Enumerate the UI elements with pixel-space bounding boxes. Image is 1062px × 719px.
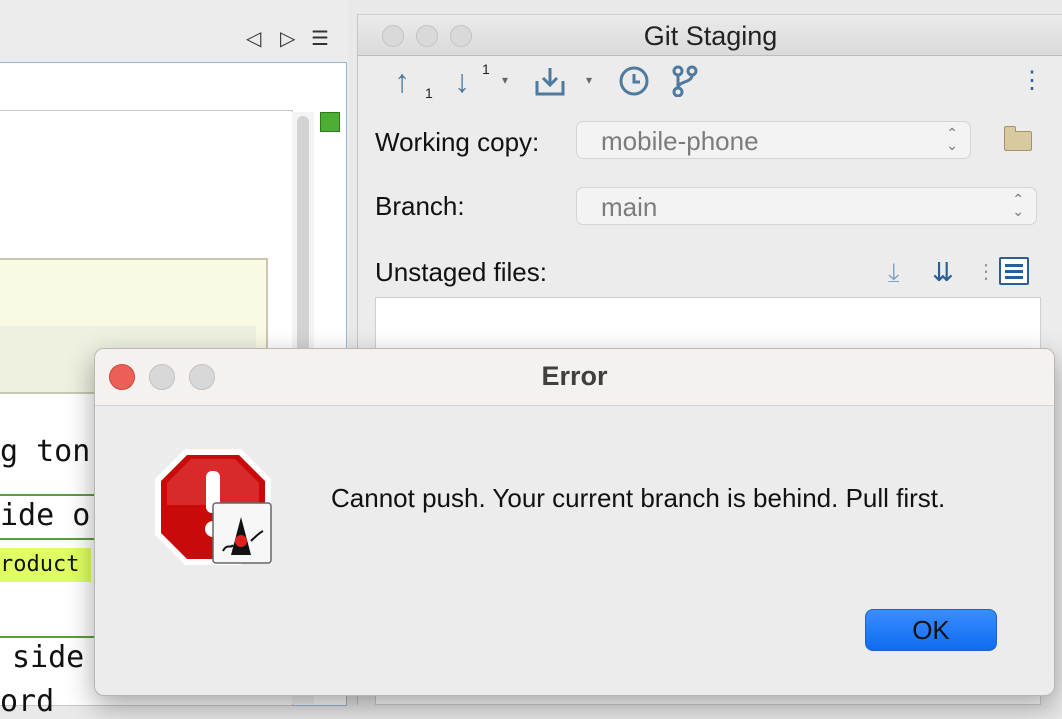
branch-value: main [601, 192, 658, 222]
pull-dropdown-icon[interactable]: ▾ [502, 73, 508, 87]
code-line: ide o [0, 498, 91, 533]
folder-icon[interactable] [1004, 126, 1032, 151]
dialog-message: Cannot push. Your current branch is behi… [331, 483, 946, 513]
working-copy-select[interactable]: mobile-phone ⌃ ⌄ [576, 121, 971, 159]
dialog-title: Error [541, 361, 608, 391]
unstaged-files-label: Unstaged files: [375, 257, 547, 287]
history-icon[interactable] [618, 65, 650, 102]
git-staging-title: Git Staging [643, 21, 778, 51]
ok-button[interactable]: OK [865, 609, 997, 651]
branch-select[interactable]: main ⌃ ⌄ [576, 187, 1037, 225]
divider [0, 538, 96, 540]
stage-selected-icon[interactable]: ⤓ [888, 257, 900, 289]
push-arrow-icon[interactable]: ↑ [394, 65, 410, 97]
dialog-titlebar: Error [95, 349, 1054, 406]
divider [0, 494, 96, 496]
more-options-icon[interactable]: ⋮ [1020, 65, 1044, 97]
pull-arrow-icon[interactable]: ↓ [454, 65, 470, 97]
branch-label: Branch: [375, 191, 465, 221]
code-line-highlighted: roduct [0, 548, 92, 582]
nav-forward-icon[interactable]: ▷ [280, 26, 295, 51]
fetch-dropdown-icon[interactable]: ▾ [586, 73, 592, 87]
code-line: ord [0, 684, 55, 719]
menu-list-icon[interactable]: ☰ [311, 26, 329, 51]
chevron-updown-icon: ⌃ ⌄ [946, 125, 958, 153]
pull-count: 1 [482, 61, 490, 77]
error-stop-icon [155, 449, 272, 565]
git-staging-titlebar: Git Staging [358, 15, 1062, 56]
branch-icon[interactable] [670, 65, 700, 102]
nav-back-icon[interactable]: ◁ [246, 26, 261, 51]
code-line: g ton [0, 434, 91, 469]
fetch-icon[interactable] [534, 65, 566, 102]
working-copy-label: Working copy: [375, 127, 540, 157]
push-count: 1 [425, 85, 433, 101]
chevron-updown-icon: ⌃ ⌄ [1012, 191, 1024, 219]
code-line: side [12, 640, 85, 675]
list-view-icon[interactable] [999, 257, 1029, 285]
divider [0, 636, 96, 638]
status-marker [320, 112, 340, 132]
separator-icon: ⋮ [976, 261, 996, 283]
working-copy-value: mobile-phone [601, 126, 759, 156]
stage-all-icon[interactable]: ⇊ [932, 257, 954, 288]
error-dialog: Error Cannot push. Your current branch i… [94, 348, 1055, 696]
